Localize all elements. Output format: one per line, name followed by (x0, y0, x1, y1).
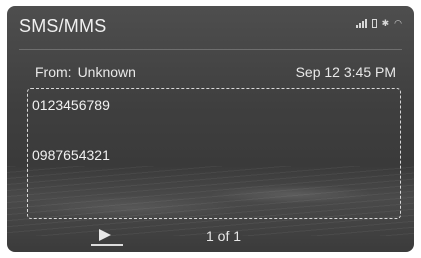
signal-icon (355, 18, 367, 28)
message-line: 0123456789 (32, 97, 110, 113)
message-body[interactable]: 0123456789 0987654321 (27, 88, 401, 219)
message-timestamp: Sep 12 3:45 PM (295, 64, 396, 80)
from-label: From: (35, 64, 72, 80)
battery-icon (371, 19, 377, 28)
play-button-indicator (91, 244, 123, 246)
status-bar: ✱ ◠ (355, 18, 402, 28)
sms-mms-screen: SMS/MMS ✱ ◠ From: Unknown Sep 12 3:45 PM… (7, 6, 414, 252)
screen-title: SMS/MMS (19, 16, 107, 36)
message-line: 0987654321 (32, 147, 110, 163)
message-meta-row: From: Unknown Sep 12 3:45 PM (35, 64, 396, 80)
page-indicator: 1 of 1 (206, 228, 242, 244)
play-icon[interactable] (99, 229, 111, 241)
message-controls: 1 of 1 (7, 220, 414, 252)
wifi-icon: ◠ (394, 18, 402, 28)
header-divider (19, 49, 402, 50)
bluetooth-icon: ✱ (381, 18, 390, 28)
from-value: Unknown (77, 64, 136, 80)
sender-info: From: Unknown (35, 64, 136, 80)
